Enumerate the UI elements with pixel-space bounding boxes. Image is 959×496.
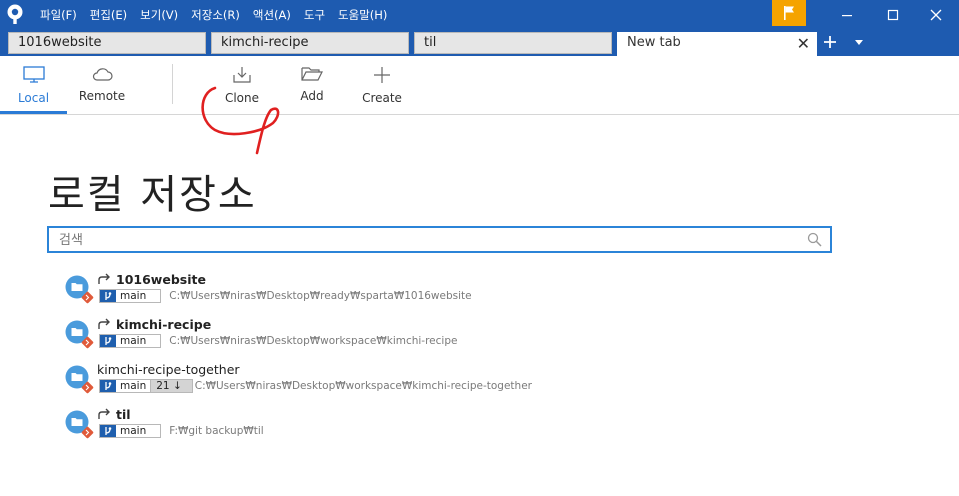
branch-name: main [120,335,147,347]
red-circle-annotation [201,86,280,155]
create-label: Create [362,91,402,105]
toolbar: Local Remote Clone Add Create [0,56,959,115]
branch-icon [100,425,116,437]
repo-item-til[interactable]: til main F:₩git backup₩til [62,403,762,448]
plus-icon [374,67,390,83]
minimize-button[interactable] [824,0,870,29]
add-tab-button[interactable] [820,30,840,54]
menu-edit[interactable]: 편집(E) [90,7,127,23]
page-title: 로컬 저장소 [48,172,257,218]
tab-close-button[interactable]: ✕ [797,34,810,54]
local-button[interactable]: Local [0,56,67,114]
repo-name-row: kimchi-recipe [97,315,211,333]
toolbar-divider [172,64,173,104]
branch-badge: main [99,379,152,393]
repo-name-row: til [97,405,131,423]
tab-label: New tab [627,35,681,50]
branch-icon [100,290,116,302]
monitor-icon [22,66,45,83]
search-input[interactable] [59,231,799,249]
maximize-button[interactable] [870,0,916,29]
repository-list: 1016website main C:₩Users₩niras₩Desktop₩… [62,268,762,448]
minimize-icon [842,14,852,16]
download-tray-icon [233,67,251,83]
tab-new-tab[interactable]: New tab ✕ [617,32,817,56]
branch-row: main C:₩Users₩niras₩Desktop₩workspace₩ki… [99,333,457,349]
repo-name-row: kimchi-recipe-together [97,360,240,378]
repo-name: kimchi-recipe [116,316,212,332]
close-window-button[interactable] [913,0,959,29]
tab-list-dropdown[interactable] [852,30,866,54]
flag-icon [784,6,794,20]
repo-name: kimchi-recipe-together [97,361,240,377]
title-bar: 파일(F) 편집(E) 보기(V) 저장소(R) 액션(A) 도구 도움말(H) [0,0,959,29]
add-button[interactable]: Add [285,56,339,114]
folder-open-icon [301,67,323,81]
repo-path: C:₩Users₩niras₩Desktop₩workspace₩kimchi-… [169,335,458,347]
git-folder-icon [65,410,94,439]
cloud-icon [92,68,113,81]
search-icon[interactable] [807,232,822,247]
tab-label: til [424,35,437,50]
remote-button[interactable]: Remote [70,56,134,114]
tab-1016website[interactable]: 1016website [8,32,206,54]
local-label: Local [17,91,50,105]
branch-name: main [120,380,147,392]
branch-badge: main [99,424,162,438]
branch-badge: main [99,289,162,303]
tracking-arrow-icon [98,273,110,284]
chevron-down-icon [855,39,863,45]
repo-path: C:₩Users₩niras₩Desktop₩ready₩sparta₩1016… [169,290,472,302]
branch-icon [100,380,116,392]
tab-label: kimchi-recipe [221,35,309,50]
menu-bar: 파일(F) 편집(E) 보기(V) 저장소(R) 액션(A) 도구 도움말(H) [40,0,400,29]
repo-name-row: 1016website [97,270,206,288]
branch-name: main [120,425,147,437]
repo-item-kimchi-recipe[interactable]: kimchi-recipe main C:₩Users₩niras₩Deskto… [62,313,762,358]
repo-item-1016website[interactable]: 1016website main C:₩Users₩niras₩Desktop₩… [62,268,762,313]
menu-actions[interactable]: 액션(A) [253,7,291,23]
branch-badge: main [99,334,162,348]
notification-flag-button[interactable] [772,0,806,26]
tab-til[interactable]: til [414,32,612,54]
maximize-icon [887,9,899,20]
menu-view[interactable]: 보기(V) [140,7,178,23]
menu-repository[interactable]: 저장소(R) [191,7,240,23]
create-button[interactable]: Create [354,56,410,114]
behind-count-badge: 21 ↓ [151,379,193,393]
branch-row: main 21 ↓ C:₩Users₩niras₩Desktop₩workspa… [99,378,532,394]
git-folder-icon [65,320,94,349]
tab-label: 1016website [18,35,102,50]
menu-help[interactable]: 도움말(H) [338,7,387,23]
repo-item-kimchi-recipe-together[interactable]: kimchi-recipe-together main 21 ↓ C:₩User… [62,358,762,403]
repo-path: C:₩Users₩niras₩Desktop₩workspace₩kimchi-… [194,380,532,392]
git-folder-icon [65,275,94,304]
remote-label: Remote [78,89,126,103]
plus-icon [824,36,836,48]
git-folder-icon [65,365,94,394]
search-box [47,226,832,253]
branch-row: main C:₩Users₩niras₩Desktop₩ready₩sparta… [99,288,472,304]
branch-name: main [120,290,147,302]
branch-icon [100,335,116,347]
repo-path: F:₩git backup₩til [169,425,264,437]
tracking-arrow-icon [98,408,110,419]
tab-kimchi-recipe[interactable]: kimchi-recipe [211,32,409,54]
menu-tools[interactable]: 도구 [304,7,325,23]
branch-row: main F:₩git backup₩til [99,423,264,439]
menu-file[interactable]: 파일(F) [40,7,77,23]
sourcetree-logo-icon [7,4,23,24]
tracking-arrow-icon [98,318,110,329]
close-icon [930,9,942,20]
repo-name: 1016website [116,271,206,287]
repo-name: til [116,406,131,422]
add-label: Add [300,89,324,103]
